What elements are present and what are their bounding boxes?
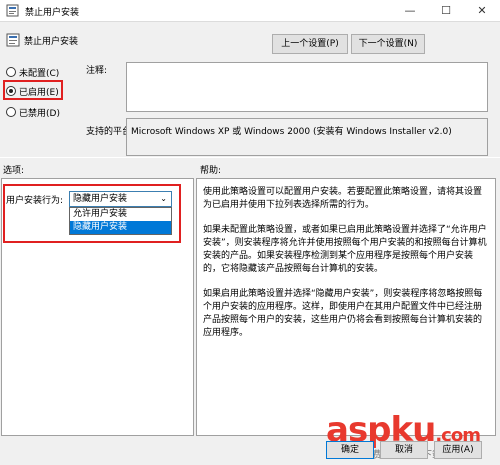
help-panel: 使用此策略设置可以配置用户安装。若要配置此策略设置，请将其设置为已启用并使用下拉… xyxy=(196,178,496,436)
options-label: 选项: xyxy=(3,166,25,176)
install-behavior-dropdown: 允许用户安装 隐藏用户安装 xyxy=(69,207,172,235)
platform-value: Microsoft Windows XP 或 Windows 2000 (安装有… xyxy=(126,118,488,156)
comment-textarea[interactable] xyxy=(126,62,488,112)
cancel-button[interactable]: 取消 xyxy=(380,441,428,459)
maximize-button[interactable]: ☐ xyxy=(428,0,464,22)
divider xyxy=(0,157,500,158)
install-behavior-select[interactable]: 隐藏用户安装 ⌄ xyxy=(69,191,172,207)
previous-setting-button[interactable]: 上一个设置(P) xyxy=(272,34,348,54)
next-setting-button[interactable]: 下一个设置(N) xyxy=(351,34,425,54)
help-paragraph: 如果启用此策略设置并选择“隐藏用户安装”，则安装程序将忽略按照每个用户安装的应用… xyxy=(203,289,483,338)
close-button[interactable]: ✕ xyxy=(464,0,500,22)
chevron-down-icon[interactable]: ⌄ xyxy=(160,192,167,206)
radio-label: 已禁用(D) xyxy=(19,108,60,119)
highlight-box xyxy=(3,80,63,100)
radio-disabled[interactable]: 已禁用(D) xyxy=(6,105,60,119)
help-paragraph: 使用此策略设置可以配置用户安装。若要配置此策略设置，请将其设置为已启用并使用下拉… xyxy=(203,187,483,210)
install-behavior-label: 用户安装行为: xyxy=(6,196,64,206)
window-title: 禁止用户安装 xyxy=(25,8,80,18)
setting-icon xyxy=(6,33,20,47)
help-label: 帮助: xyxy=(200,166,222,176)
comment-label: 注释: xyxy=(86,66,108,76)
setting-title: 禁止用户安装 xyxy=(24,37,79,47)
ok-button[interactable]: 确定 xyxy=(326,441,374,459)
radio-circle[interactable] xyxy=(6,107,16,117)
policy-icon xyxy=(6,4,19,17)
help-paragraph: 如果未配置此策略设置，或者如果已启用此策略设置并选择了“允许用户安装”，则安装程… xyxy=(203,225,487,274)
minimize-button[interactable]: — xyxy=(392,0,428,22)
radio-label: 未配置(C) xyxy=(19,68,60,79)
select-value: 隐藏用户安装 xyxy=(73,194,128,204)
radio-not-configured[interactable]: 未配置(C) xyxy=(6,65,59,79)
title-bar: 禁止用户安装 — ☐ ✕ xyxy=(0,0,500,22)
dropdown-option[interactable]: 隐藏用户安装 xyxy=(70,221,171,234)
radio-circle[interactable] xyxy=(6,67,16,77)
apply-button[interactable]: 应用(A) xyxy=(434,441,482,459)
dropdown-option[interactable]: 允许用户安装 xyxy=(70,208,171,221)
